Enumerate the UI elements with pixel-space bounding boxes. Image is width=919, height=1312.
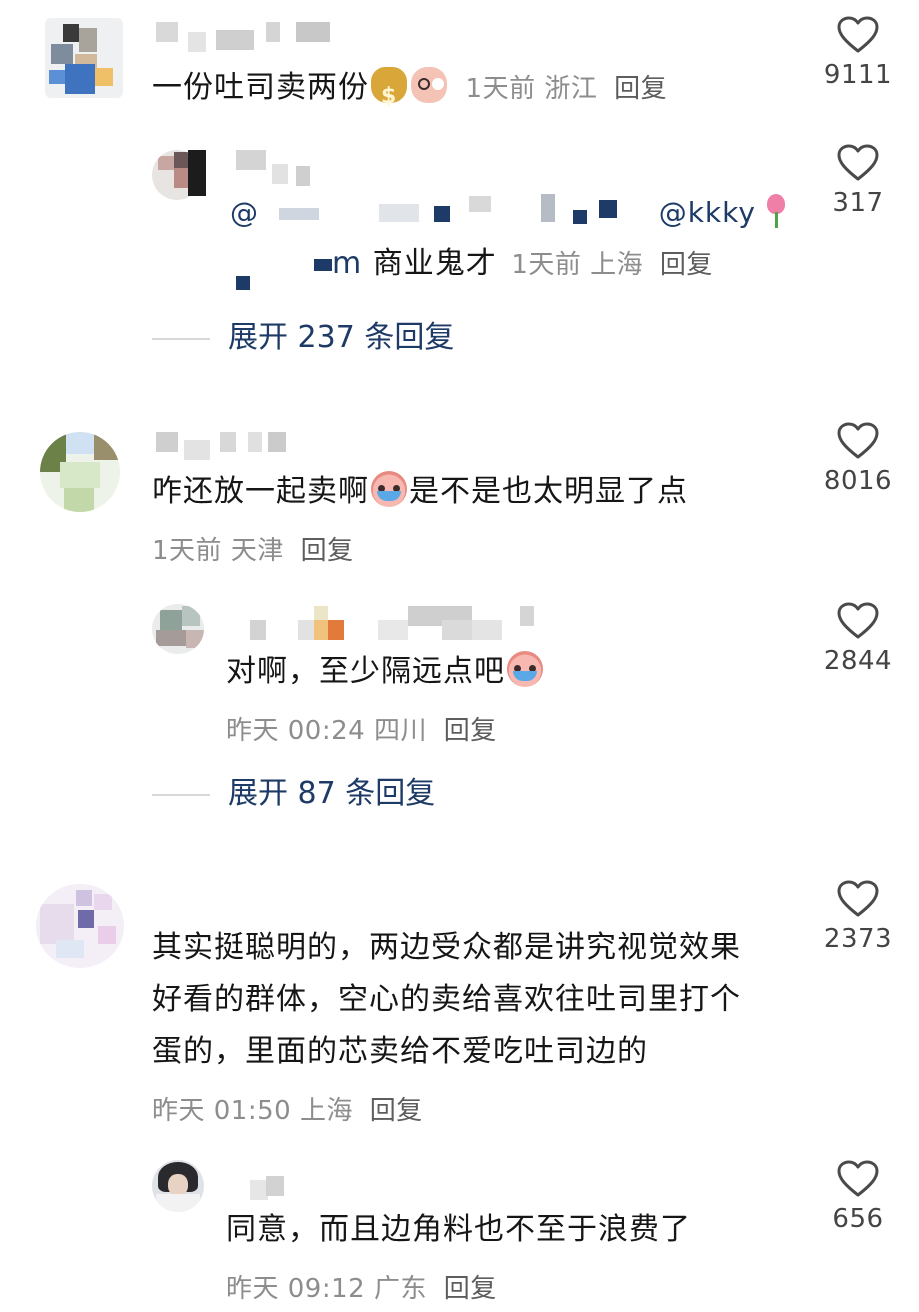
reply-text: m 商业鬼才 1天前 上海 回复 xyxy=(314,238,713,291)
comment-meta: 昨天 00:24 四川 回复 xyxy=(226,710,497,747)
reply-button[interactable]: 回复 xyxy=(370,1096,423,1126)
mention[interactable]: @ xyxy=(230,196,259,229)
money-bag-emoji xyxy=(371,67,407,123)
heart-icon xyxy=(837,602,879,639)
avatar-pixel xyxy=(40,904,74,944)
reply-button[interactable]: 回复 xyxy=(444,716,497,746)
username-blurred[interactable] xyxy=(156,22,336,52)
comment-location: 四川 xyxy=(373,716,427,746)
avatar[interactable] xyxy=(152,1160,204,1212)
like-button[interactable]: 317 xyxy=(813,144,903,218)
avatar[interactable] xyxy=(40,432,120,512)
expand-replies-button[interactable]: 展开 237 条回复 xyxy=(152,312,454,356)
comment-meta: 1天前 天津 回复 xyxy=(152,530,354,567)
avatar-pixel xyxy=(78,910,94,928)
avatar-pixel xyxy=(95,68,113,86)
like-count: 8016 xyxy=(823,466,893,496)
avatar-pixel xyxy=(156,1194,200,1212)
comment-text: 其实挺聪明的，两边受众都是讲究视觉效果 好看的群体，空心的卖给喜欢往吐司里打个 … xyxy=(152,930,741,1069)
comment-text: 一份吐司卖两份 1天前 浙江 回复 xyxy=(152,62,667,123)
comment-meta: 昨天 01:50 上海 回复 xyxy=(152,1090,423,1127)
crying-face-emoji xyxy=(507,651,543,687)
avatar-pixel xyxy=(156,630,186,646)
username-blurred[interactable] xyxy=(236,150,316,186)
username-blurred[interactable] xyxy=(156,432,286,460)
heart-icon xyxy=(837,144,879,181)
avatar-pixel xyxy=(56,940,84,958)
avatar-pixel xyxy=(188,150,206,196)
like-button[interactable]: 8016 xyxy=(813,422,903,496)
mention[interactable]: @kkky xyxy=(659,196,756,229)
divider-line xyxy=(152,793,210,796)
divider-line xyxy=(152,337,210,340)
avatar[interactable] xyxy=(45,18,123,98)
like-count: 9111 xyxy=(823,60,893,90)
reply-button[interactable]: 回复 xyxy=(660,250,713,280)
heart-icon xyxy=(837,422,879,459)
avatar-pixel xyxy=(236,276,250,290)
reply-text: 对啊，至少隔远点吧 xyxy=(226,646,545,698)
comment-text: 咋还放一起卖啊 是不是也太明显了点 xyxy=(152,466,688,518)
comment-time: 昨天 00:24 xyxy=(226,716,366,746)
avatar-pixel xyxy=(94,432,120,460)
avatar-pixel xyxy=(98,926,116,944)
comment-time: 1天前 xyxy=(465,74,536,104)
avatar-pixel xyxy=(94,894,112,910)
comment-location: 上海 xyxy=(299,1096,353,1126)
reply-button[interactable]: 回复 xyxy=(444,1274,497,1304)
like-count: 2844 xyxy=(823,646,893,676)
avatar-pixel xyxy=(182,606,200,626)
comment-location: 天津 xyxy=(230,536,284,566)
reply-button[interactable]: 回复 xyxy=(614,74,667,104)
comment-location: 浙江 xyxy=(544,74,598,104)
heart-icon xyxy=(837,1160,879,1197)
avatar-pixel xyxy=(66,432,94,454)
comment-location: 广东 xyxy=(373,1274,427,1304)
tulip-emoji xyxy=(758,192,794,228)
expand-replies-button[interactable]: 展开 87 条回复 xyxy=(152,768,435,812)
comment-time: 昨天 09:12 xyxy=(226,1274,366,1304)
shocked-face-emoji xyxy=(411,67,447,103)
username-blurred[interactable] xyxy=(250,1170,300,1200)
avatar-pixel xyxy=(160,610,182,630)
comment-time: 昨天 01:50 xyxy=(152,1096,292,1126)
avatar-pixel xyxy=(63,24,79,42)
avatar-pixel xyxy=(49,70,65,84)
heart-icon xyxy=(837,880,879,917)
comment-time: 1天前 xyxy=(152,536,223,566)
comment-meta: 昨天 09:12 广东 回复 xyxy=(226,1268,497,1305)
reply-button[interactable]: 回复 xyxy=(301,536,354,566)
comment-location: 上海 xyxy=(590,250,644,280)
username-blurred[interactable] xyxy=(250,606,540,640)
avatar-pixel xyxy=(65,64,95,94)
like-count: 656 xyxy=(832,1204,884,1234)
reply-text: @ @kkky xyxy=(230,188,796,238)
avatar[interactable] xyxy=(36,884,124,968)
like-count: 2373 xyxy=(823,924,893,954)
comment-time: 1天前 xyxy=(511,250,582,280)
avatar-pixel xyxy=(186,630,204,648)
crying-face-emoji xyxy=(371,471,407,507)
avatar-pixel xyxy=(79,28,97,52)
like-button[interactable]: 2844 xyxy=(813,602,903,676)
like-button[interactable]: 2373 xyxy=(813,880,903,954)
avatar-pixel xyxy=(158,156,174,170)
like-button[interactable]: 656 xyxy=(813,1160,903,1234)
like-button[interactable]: 9111 xyxy=(813,16,903,90)
avatar-pixel xyxy=(76,890,92,906)
avatar-pixel xyxy=(51,44,73,64)
reply-text: 同意，而且边角料也不至于浪费了 xyxy=(226,1212,691,1247)
avatar-pixel xyxy=(64,488,94,512)
avatar[interactable] xyxy=(152,604,204,654)
like-count: 317 xyxy=(832,188,884,218)
avatar-pixel xyxy=(60,462,100,488)
avatar-pixel xyxy=(168,1174,188,1196)
heart-icon xyxy=(837,16,879,53)
